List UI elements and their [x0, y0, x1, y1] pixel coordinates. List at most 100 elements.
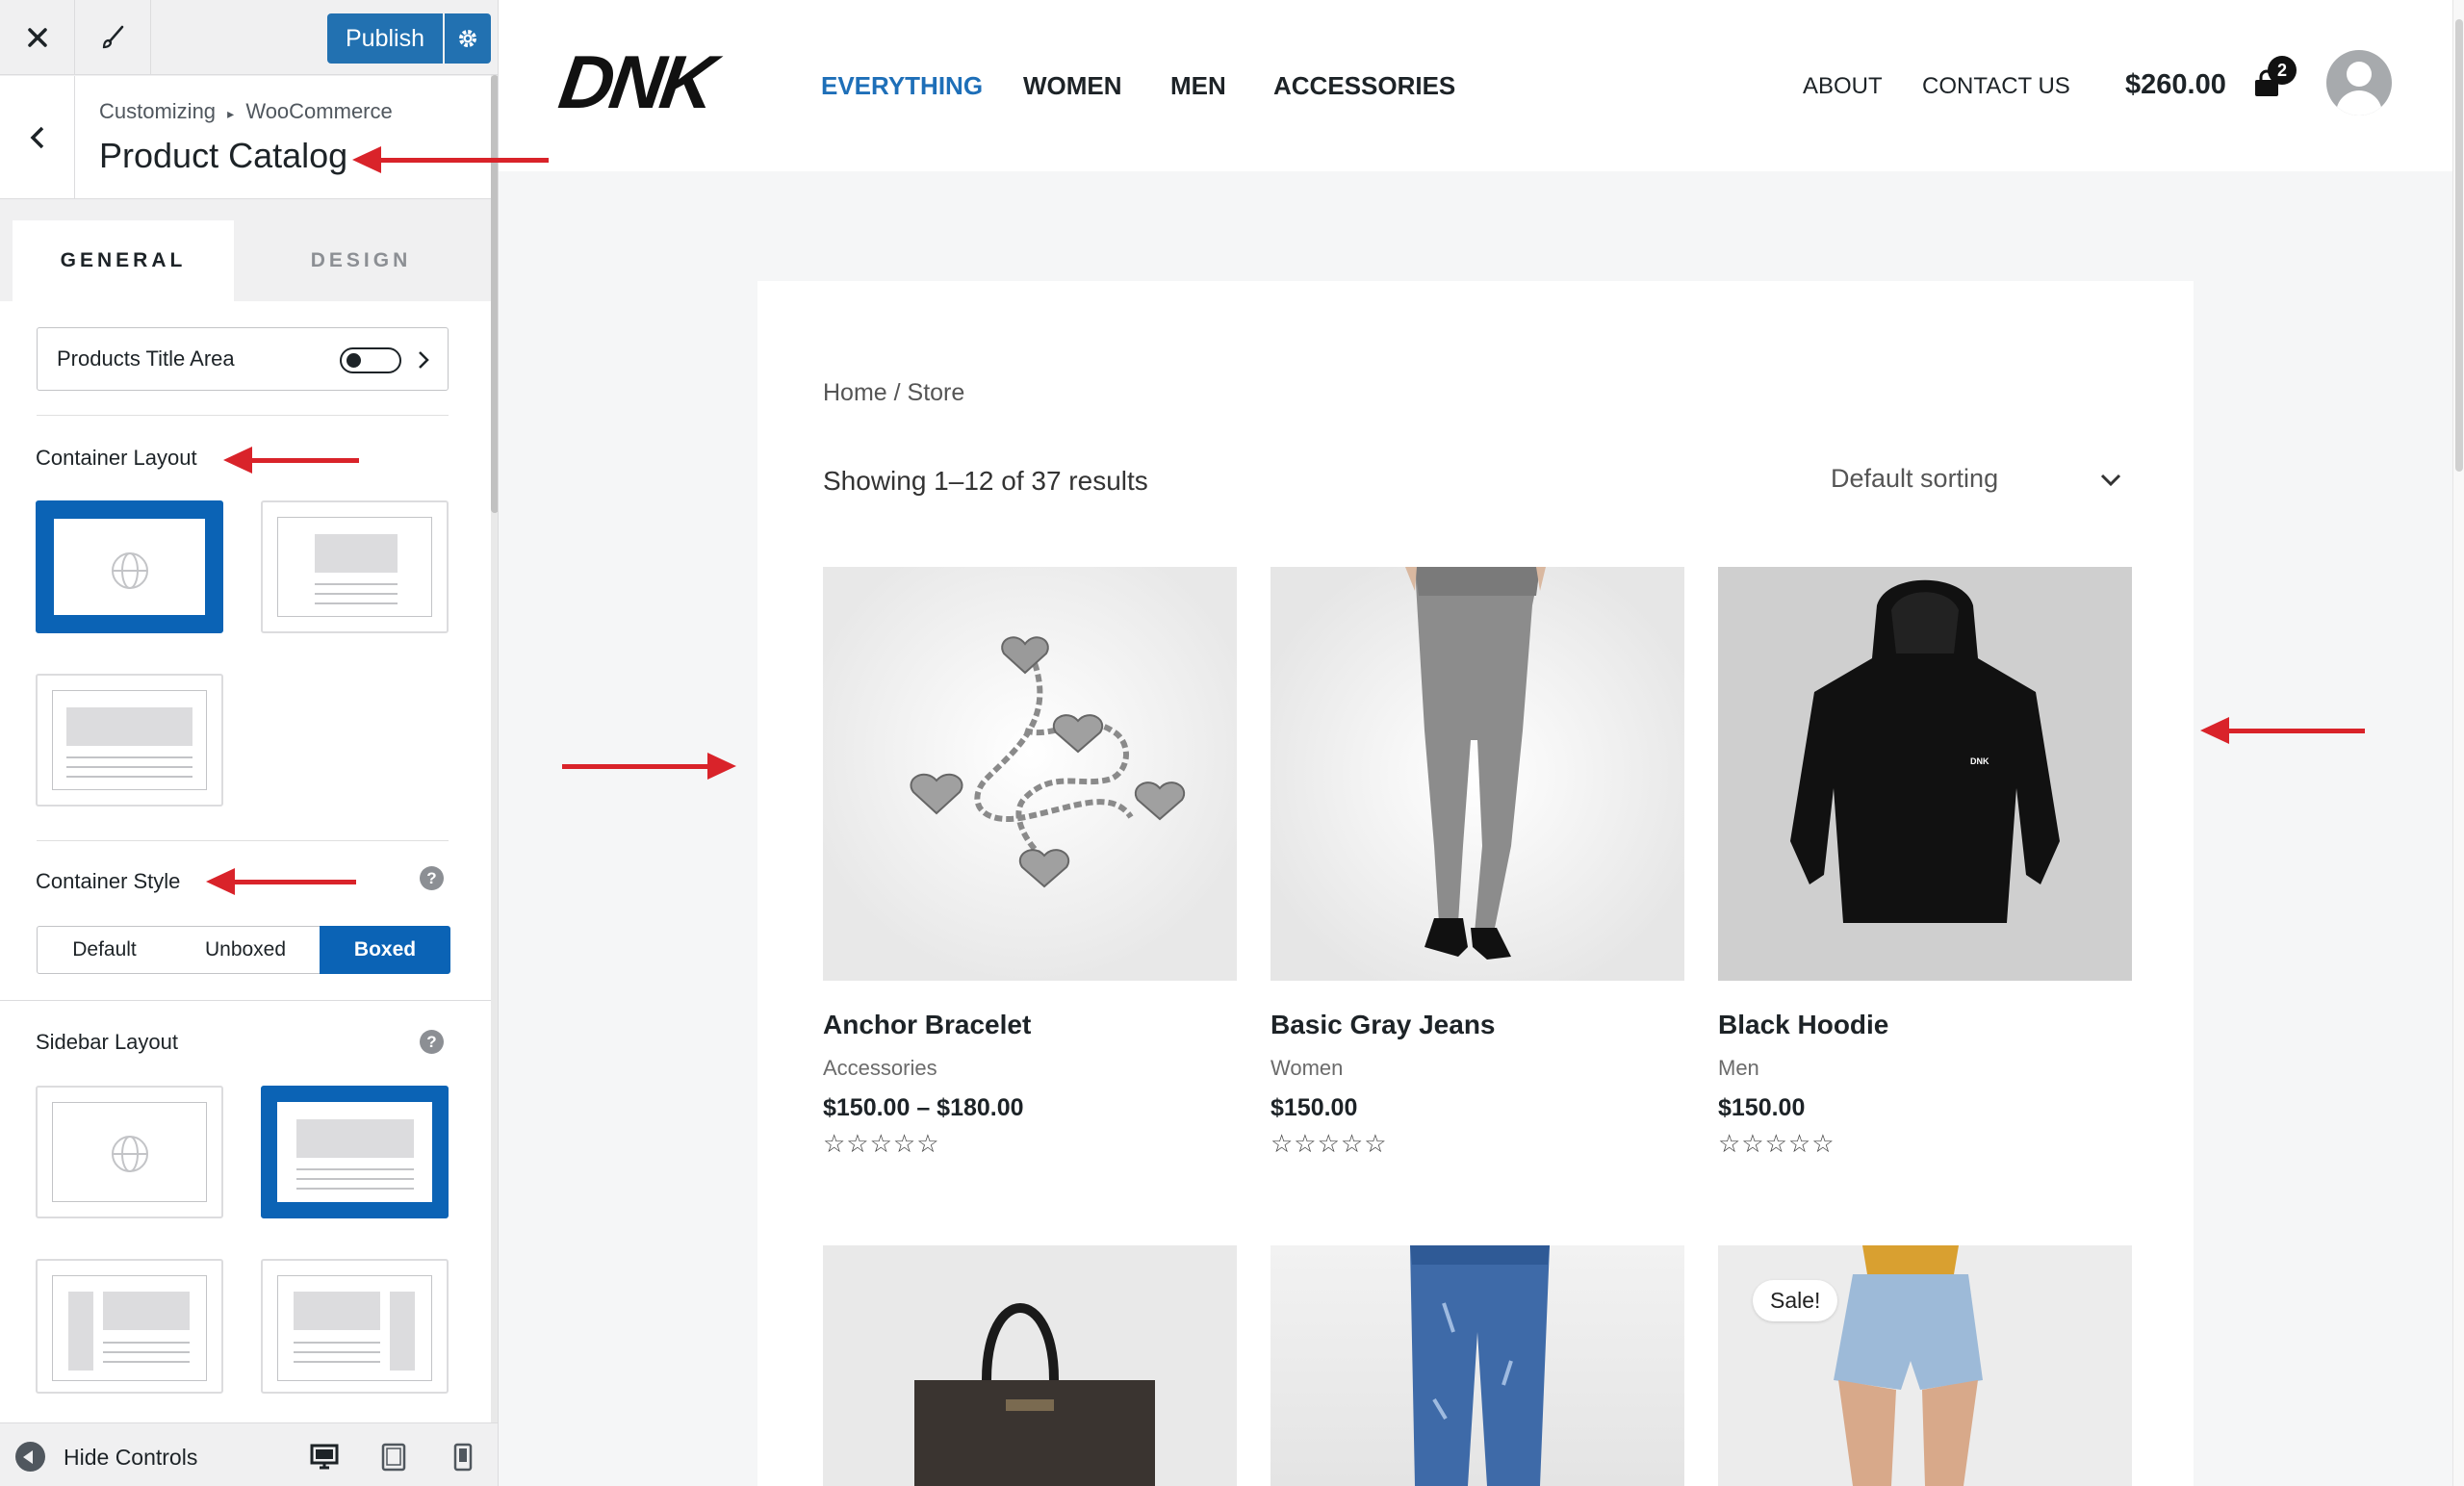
customizer-footer: Hide Controls [0, 1422, 498, 1486]
store-breadcrumb[interactable]: Home / Store [823, 379, 964, 407]
hide-controls-icon[interactable] [15, 1442, 45, 1472]
mobile-preview-icon[interactable] [453, 1443, 473, 1472]
product-image[interactable] [823, 567, 1237, 981]
nav-everything[interactable]: EVERYTHING [821, 71, 983, 101]
tab-general[interactable]: GENERAL [13, 220, 234, 301]
preview-scrollbar[interactable] [2452, 0, 2464, 1486]
nav-men[interactable]: MEN [1170, 71, 1226, 101]
nav-contact-us[interactable]: CONTACT US [1922, 73, 2070, 100]
avatar-body [2336, 90, 2382, 115]
chevron-down-icon [2100, 474, 2121, 487]
product-rating: ☆☆☆☆☆ [1270, 1129, 1388, 1158]
layout-preview-block [294, 1292, 380, 1330]
tablet-preview-icon[interactable] [381, 1443, 406, 1472]
container-style-segmented: Default Unboxed Boxed [37, 926, 450, 974]
hide-controls-label[interactable]: Hide Controls [64, 1445, 197, 1471]
product-category[interactable]: Accessories [823, 1056, 937, 1081]
sorting-select[interactable]: Default sorting [1807, 452, 2134, 510]
products-title-area-toggle[interactable] [340, 347, 401, 373]
layout-preview-line [103, 1342, 190, 1344]
annotation-arrow [562, 753, 736, 780]
product-name[interactable]: Basic Gray Jeans [1270, 1010, 1496, 1040]
sidebar-layout-left-sidebar[interactable] [36, 1259, 223, 1394]
back-button[interactable] [0, 76, 75, 199]
layout-preview-line [315, 593, 398, 595]
style-option-boxed[interactable]: Boxed [320, 926, 450, 974]
user-avatar[interactable] [2326, 50, 2392, 115]
scrollbar-thumb[interactable] [491, 75, 498, 513]
tab-design[interactable]: DESIGN [250, 220, 472, 301]
layout-preview-line [294, 1361, 380, 1363]
site-logo[interactable]: DNK [554, 39, 717, 124]
products-title-area-label: Products Title Area [57, 346, 235, 371]
layout-preview-line [296, 1178, 414, 1180]
desktop-preview-icon[interactable] [310, 1443, 339, 1472]
products-title-area-control[interactable]: Products Title Area [37, 327, 449, 391]
sidebar-layout-no-sidebar[interactable] [261, 1086, 449, 1218]
product-price: $150.00 [1718, 1094, 1806, 1121]
container-layout-boxed[interactable] [261, 500, 449, 633]
publish-button[interactable]: Publish [327, 13, 443, 64]
product-category[interactable]: Men [1718, 1056, 1759, 1081]
customizer-topbar: Publish [0, 0, 498, 75]
globe-icon [112, 1136, 148, 1172]
style-option-default[interactable]: Default [37, 926, 172, 974]
layout-preview-line [66, 756, 192, 758]
sidebar-scrollbar[interactable] [491, 75, 498, 1422]
layout-preview-line [103, 1351, 190, 1353]
product-price: $150.00 [1270, 1094, 1358, 1121]
nav-women[interactable]: WOMEN [1023, 71, 1122, 101]
sidebar-layout-default[interactable] [36, 1086, 223, 1218]
layout-preview-line [294, 1351, 380, 1353]
avatar-head [2347, 62, 2372, 87]
sidebar-layout-label: Sidebar Layout [36, 1030, 178, 1054]
layout-preview-line [66, 776, 192, 778]
result-count: Showing 1–12 of 37 results [823, 466, 1148, 496]
product-name[interactable]: Black Hoodie [1718, 1010, 1888, 1040]
breadcrumb-section: WooCommerce [245, 99, 393, 123]
layout-preview-block [66, 707, 192, 746]
paintbrush-icon [102, 25, 123, 49]
bracelet-image [910, 636, 1186, 888]
close-button[interactable] [0, 0, 75, 75]
help-icon[interactable]: ? [420, 1030, 444, 1054]
container-layout-content-boxed[interactable] [36, 674, 223, 807]
globe-icon [112, 552, 148, 589]
product-image[interactable]: DNK [1718, 567, 2132, 981]
product-card[interactable] [823, 1245, 1237, 1486]
sale-badge: Sale! [1753, 1280, 1838, 1321]
product-name[interactable]: Anchor Bracelet [823, 1010, 1031, 1040]
close-icon [27, 28, 47, 47]
preview-brush-button[interactable] [76, 0, 151, 75]
customizer-breadcrumb: Customizing ▸ WooCommerce [99, 99, 393, 124]
handbag-image [914, 1303, 1155, 1486]
toggle-knob [346, 353, 361, 368]
product-card[interactable]: Sale! [1718, 1245, 2132, 1486]
cart-total[interactable]: $260.00 [2125, 69, 2226, 101]
style-option-unboxed[interactable]: Unboxed [171, 926, 321, 974]
layout-preview-sidebar [390, 1292, 415, 1371]
container-layout-full-width[interactable] [36, 500, 223, 633]
publish-settings-button[interactable] [445, 13, 491, 64]
sidebar-layout-right-sidebar[interactable] [261, 1259, 449, 1394]
product-price: $150.00 – $180.00 [823, 1094, 1024, 1121]
nav-about[interactable]: ABOUT [1803, 73, 1883, 100]
product-card[interactable] [1270, 1245, 1684, 1486]
layout-preview-block [296, 1119, 414, 1158]
hoodie-print: DNK [1970, 756, 1989, 766]
divider [37, 840, 449, 841]
layout-preview-line [103, 1361, 190, 1363]
cart-count-badge: 2 [2268, 56, 2297, 85]
chevron-left-icon [30, 126, 43, 149]
chevron-right-icon [419, 351, 429, 369]
layout-preview-line [66, 766, 192, 768]
layout-preview-line [296, 1168, 414, 1170]
product-image[interactable] [1270, 567, 1684, 981]
scrollbar-thumb[interactable] [2455, 19, 2463, 472]
product-category[interactable]: Women [1270, 1056, 1343, 1081]
annotation-arrow [206, 868, 356, 895]
jeans-image [1405, 567, 1546, 960]
layout-preview-block [103, 1292, 190, 1330]
help-icon[interactable]: ? [420, 866, 444, 890]
nav-accessories[interactable]: ACCESSORIES [1273, 71, 1455, 101]
